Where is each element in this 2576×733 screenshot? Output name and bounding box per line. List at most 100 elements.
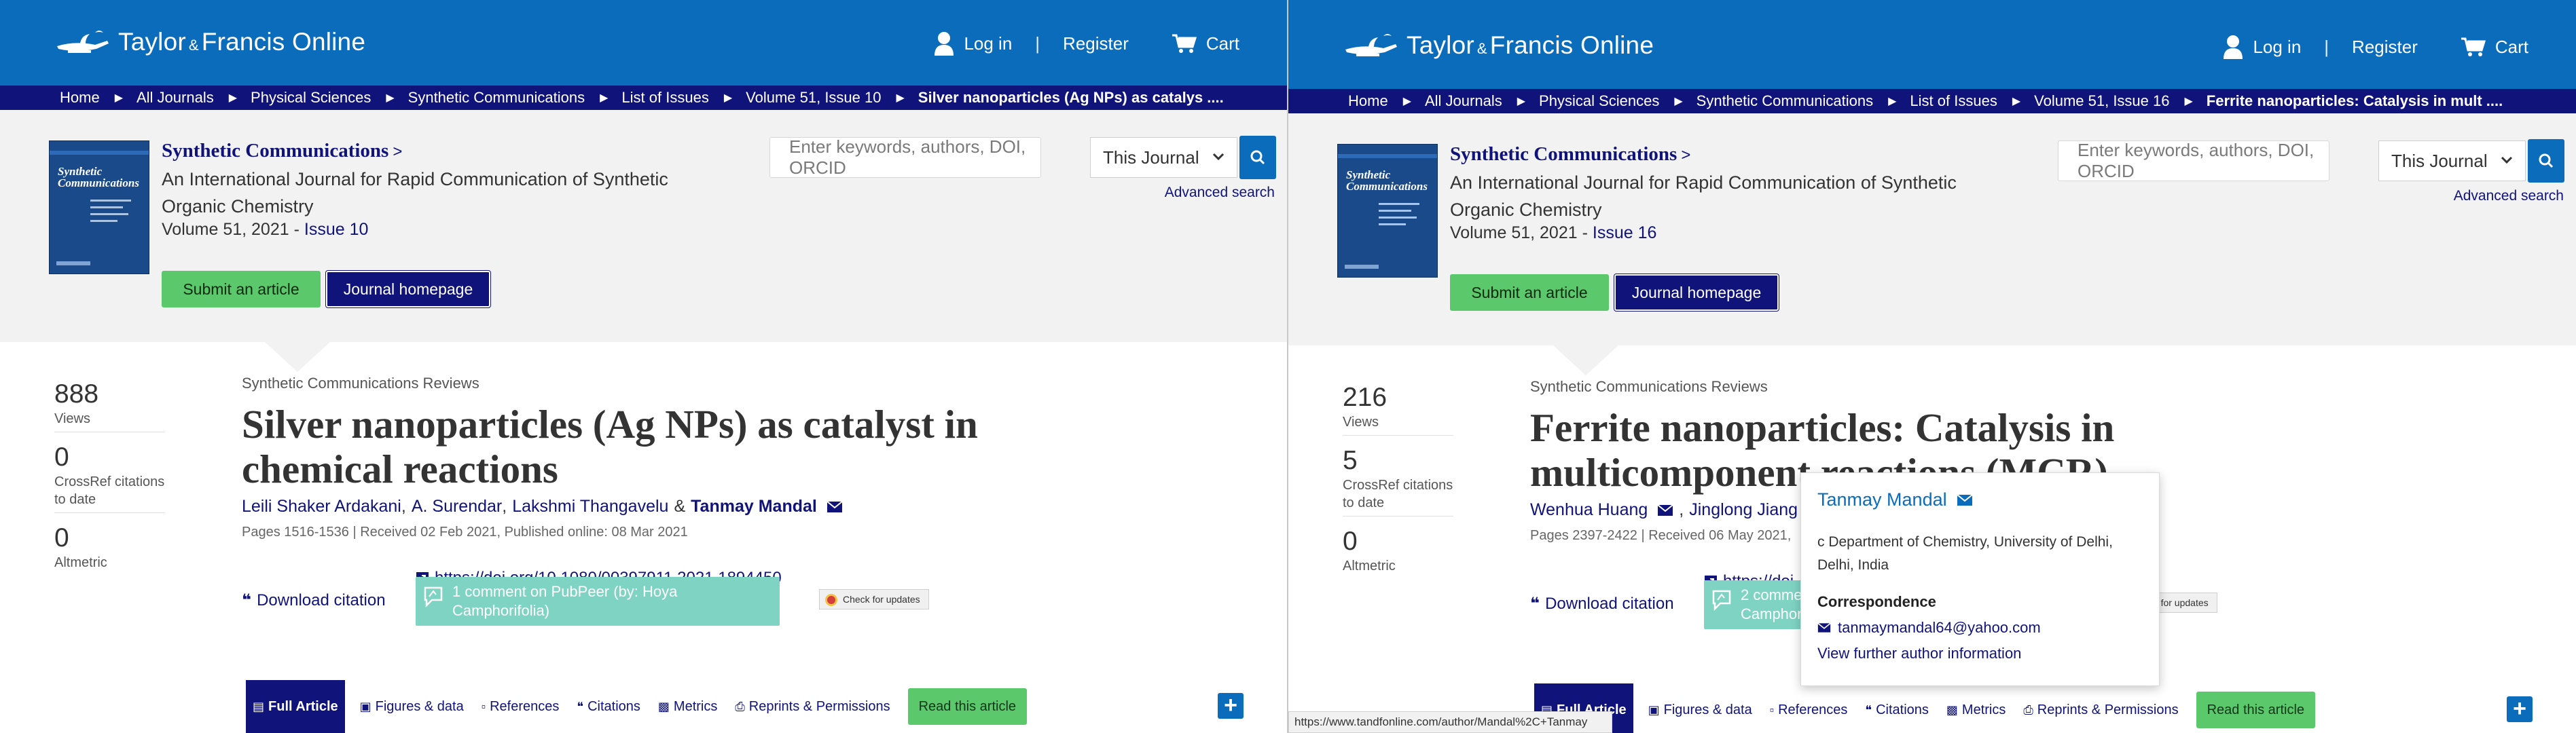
login-link[interactable]: Log in	[2223, 35, 2301, 59]
tab-metrics[interactable]: ▩ Metrics	[1946, 702, 2006, 718]
print-icon: ⎙	[2023, 702, 2033, 717]
submit-article-button[interactable]: Submit an article	[162, 271, 321, 307]
chevron-right-icon: >	[1681, 146, 1691, 164]
browser-status-bar: https://www.tandfonline.com/author/Manda…	[1288, 711, 1612, 733]
breadcrumb-arrow-icon: ▶	[1517, 96, 1526, 107]
tab-metrics[interactable]: ▩ Metrics	[658, 699, 717, 715]
author-link[interactable]: A. Surendar	[412, 497, 502, 516]
pubpeer-comments-button[interactable]: 1 comment on PubPeer (by: Hoya Camphorif…	[416, 577, 780, 626]
journal-homepage-button[interactable]: Journal homepage	[325, 270, 491, 308]
bar-chart-icon: ▩	[657, 699, 670, 713]
lamp-logo-icon	[57, 31, 109, 53]
article-title: Silver nanoparticles (Ag NPs) as catalys…	[242, 402, 978, 491]
advanced-search-link[interactable]: Advanced search	[1165, 185, 1275, 201]
breadcrumb-arrow-icon: ▶	[1888, 96, 1897, 107]
author-link[interactable]: Wenhua Huang	[1530, 500, 1648, 520]
search-scope-select[interactable]: This Journal	[1090, 137, 1237, 178]
envelope-icon[interactable]	[1956, 493, 1973, 506]
breadcrumb-issue[interactable]: Volume 51, Issue 10	[746, 89, 881, 107]
register-link[interactable]: Register	[1063, 33, 1129, 54]
tab-figures[interactable]: ▣ Figures & data	[360, 699, 464, 715]
quote-icon: ❝	[577, 699, 584, 713]
check-for-updates-button[interactable]: Check for updates	[819, 589, 929, 609]
search-button[interactable]	[2528, 139, 2564, 183]
download-citation-link[interactable]: ❝ Download citation	[242, 590, 386, 610]
tab-label: Metrics	[1961, 702, 2006, 717]
tab-citations[interactable]: ❝ Citations	[1865, 702, 1929, 718]
tandf-logo[interactable]: Taylor & Francis Online	[54, 26, 365, 58]
login-label: Log in	[2253, 36, 2302, 57]
cart-link[interactable]: Cart	[2461, 37, 2528, 58]
read-article-button[interactable]: Read this article	[907, 688, 1028, 725]
tandf-logo[interactable]: Taylor & Francis Online	[1343, 29, 1654, 62]
tab-references[interactable]: ▫ References	[482, 699, 560, 715]
download-citation-link[interactable]: ❝ Download citation	[1530, 594, 1674, 614]
author-link[interactable]: Lakshmi Thangavelu	[512, 497, 668, 516]
popup-author-name[interactable]: Tanmay Mandal	[1817, 489, 1947, 510]
author-link[interactable]: Jinglong Jiang	[1689, 500, 1798, 520]
crossref-metric[interactable]: 5 CrossRef citations to date	[1343, 445, 1453, 516]
tab-citations[interactable]: ❝ Citations	[577, 699, 640, 715]
tab-label: Figures & data	[375, 698, 464, 714]
advanced-search-link[interactable]: Advanced search	[2454, 188, 2564, 204]
breadcrumb-issue[interactable]: Volume 51, Issue 16	[2034, 92, 2169, 110]
popup-email-link[interactable]: tanmaymandal64@yahoo.com	[1817, 619, 2143, 637]
header-notch	[265, 342, 330, 372]
pubpeer-label: 1 comment on PubPeer (by: Hoya Camphorif…	[452, 583, 678, 619]
read-article-button[interactable]: Read this article	[2196, 692, 2316, 728]
breadcrumb-list-of-issues[interactable]: List of Issues	[621, 89, 708, 107]
breadcrumb-journal[interactable]: Synthetic Communications	[408, 89, 585, 107]
tab-figures[interactable]: ▣ Figures & data	[1648, 702, 1752, 718]
breadcrumb-physical-sciences[interactable]: Physical Sciences	[251, 89, 371, 107]
search-input[interactable]: Enter keywords, authors, DOI, ORCID	[769, 136, 1041, 178]
search-button[interactable]	[1239, 136, 1276, 179]
register-link[interactable]: Register	[2352, 37, 2418, 58]
crossmark-icon	[825, 594, 837, 606]
journal-title-link[interactable]: Synthetic Communications >	[1450, 143, 1690, 166]
expand-plus-button[interactable]: +	[1218, 693, 1244, 719]
breadcrumb-arrow-icon: ▶	[1674, 96, 1683, 107]
author-separator: ,	[1679, 500, 1684, 519]
cart-link[interactable]: Cart	[1172, 33, 1239, 54]
submit-article-button[interactable]: Submit an article	[1450, 274, 1609, 311]
tab-references[interactable]: ▫ References	[1770, 702, 1848, 718]
altmetric-metric[interactable]: 0 Altmetric	[54, 523, 165, 576]
envelope-icon[interactable]	[1657, 504, 1673, 516]
altmetric-metric[interactable]: 0 Altmetric	[1343, 526, 1453, 579]
breadcrumb-physical-sciences[interactable]: Physical Sciences	[1539, 92, 1659, 110]
issue-link[interactable]: Issue 16	[1593, 223, 1657, 242]
breadcrumb-arrow-icon: ▶	[1402, 96, 1411, 107]
view-author-info-link[interactable]: View further author information	[1817, 645, 2143, 662]
breadcrumb-all-journals[interactable]: All Journals	[137, 89, 214, 107]
journal-title-link[interactable]: Synthetic Communications >	[162, 140, 402, 162]
breadcrumb-journal[interactable]: Synthetic Communications	[1697, 92, 1873, 110]
search-input[interactable]: Enter keywords, authors, DOI, ORCID	[2058, 140, 2329, 181]
tab-label: References	[1778, 702, 1848, 717]
crossref-count: 5	[1343, 446, 1358, 475]
tab-reprints[interactable]: ⎙ Reprints & Permissions	[2023, 702, 2178, 718]
search-scope-select[interactable]: This Journal	[2378, 140, 2526, 181]
issue-link[interactable]: Issue 10	[304, 220, 369, 239]
crossref-label: CrossRef citations to date	[54, 474, 165, 507]
volume-label: Volume 51, 2021 -	[162, 220, 304, 239]
author-link[interactable]: Leili Shaker Ardakani	[242, 497, 401, 516]
corresponding-author-link[interactable]: Tanmay Mandal	[691, 497, 817, 516]
breadcrumb-list-of-issues[interactable]: List of Issues	[1910, 92, 1997, 110]
envelope-icon	[1817, 622, 1831, 633]
pubpeer-icon	[1712, 590, 1731, 612]
breadcrumb-home[interactable]: Home	[60, 89, 100, 107]
tab-full-article[interactable]: ▤ Full Article	[246, 680, 345, 733]
login-link[interactable]: Log in	[934, 31, 1012, 56]
journal-cover-image[interactable]: Synthetic Communications	[49, 140, 149, 274]
brand-name: Taylor	[1407, 31, 1474, 59]
journal-homepage-button[interactable]: Journal homepage	[1614, 274, 1779, 312]
journal-cover-image[interactable]: Synthetic Communications	[1337, 144, 1438, 278]
envelope-icon[interactable]	[827, 500, 843, 513]
expand-plus-button[interactable]: +	[2507, 696, 2533, 722]
crossref-metric[interactable]: 0 CrossRef citations to date	[54, 442, 165, 513]
chevron-down-icon	[2501, 156, 2513, 164]
tab-reprints[interactable]: ⎙ Reprints & Permissions	[735, 699, 890, 715]
views-count: 216	[1343, 383, 1387, 412]
breadcrumb-all-journals[interactable]: All Journals	[1425, 92, 1502, 110]
breadcrumb-home[interactable]: Home	[1348, 92, 1388, 110]
